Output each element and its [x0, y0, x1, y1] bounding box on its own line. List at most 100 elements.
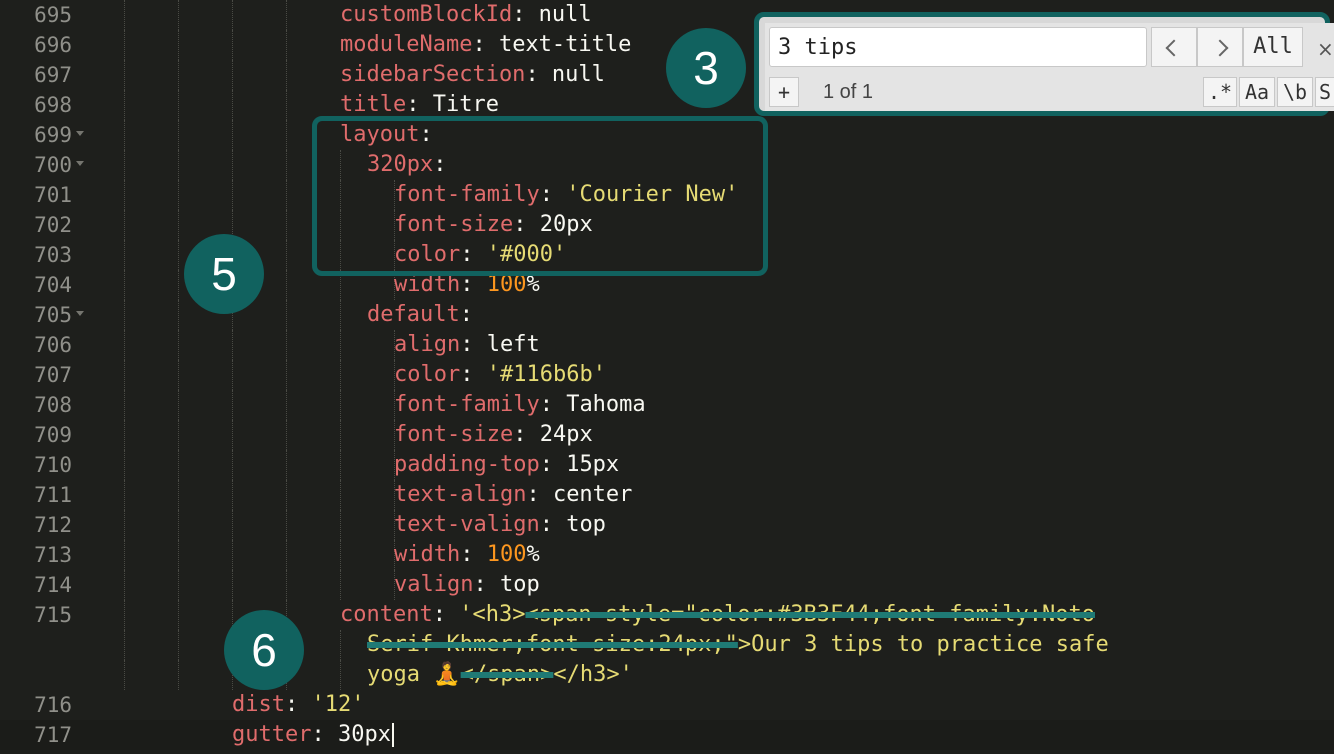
code-line[interactable]: 716 dist: '12': [0, 690, 1334, 720]
code-line[interactable]: 706 align: left: [0, 330, 1334, 360]
code-text[interactable]: dist: '12': [232, 690, 364, 720]
code-text[interactable]: text-valign: top: [394, 510, 606, 540]
indent-guide: [340, 360, 341, 390]
fold-arrow-icon[interactable]: [76, 161, 84, 166]
code-line[interactable]: yoga 🧘</span></h3>': [0, 660, 1334, 690]
line-number: 714: [34, 573, 72, 597]
indent-guide: [286, 270, 287, 300]
whole-word-toggle[interactable]: \b: [1277, 77, 1313, 107]
line-number: 703: [34, 243, 72, 267]
fold-arrow-icon[interactable]: [76, 311, 84, 316]
code-text[interactable]: moduleName: text-title: [340, 30, 631, 60]
code-text[interactable]: yoga 🧘</span></h3>': [367, 660, 633, 690]
yaml-key: title: [340, 92, 407, 117]
code-line[interactable]: 714 valign: top: [0, 570, 1334, 600]
code-line[interactable]: 717 gutter: 30px: [0, 720, 1334, 750]
indent-guide: [232, 510, 233, 540]
code-text[interactable]: default:: [367, 300, 473, 330]
yaml-value: : top: [473, 572, 540, 597]
indent-guide: [178, 210, 179, 240]
code-line[interactable]: 711 text-align: center: [0, 480, 1334, 510]
line-number: 704: [34, 273, 72, 297]
indent-guide: [286, 30, 287, 60]
line-number: 695: [34, 3, 72, 27]
text-cursor: [391, 723, 394, 747]
indent-guide: [286, 180, 287, 210]
indent-guide: [178, 390, 179, 420]
indent-guide: [286, 210, 287, 240]
code-text[interactable]: sidebarSection: null: [340, 60, 605, 90]
find-input[interactable]: 3 tips: [769, 27, 1147, 67]
indent-guide: [286, 60, 287, 90]
yaml-key: text-align: [394, 482, 527, 507]
indent-guide: [124, 120, 125, 150]
case-sensitive-toggle[interactable]: Aa: [1239, 77, 1275, 107]
indent-guide: [286, 240, 287, 270]
indent-guide: [178, 600, 179, 630]
struck-string: <span style="color:#3B3F44;font-family:N…: [525, 602, 1095, 627]
code-line[interactable]: 707 color: '#116b6b': [0, 360, 1334, 390]
match-count: 1 of 1: [823, 81, 874, 103]
code-text[interactable]: font-size: 24px: [394, 420, 593, 450]
close-find-icon[interactable]: ×: [1317, 37, 1334, 61]
indent-guide: [178, 180, 179, 210]
yaml-value: : 30px: [311, 722, 391, 747]
line-number: 715: [34, 603, 72, 627]
yaml-value: 100: [486, 542, 527, 567]
code-line[interactable]: 709 font-size: 24px: [0, 420, 1334, 450]
code-line[interactable]: 710 padding-top: 15px: [0, 450, 1334, 480]
indent-guide: [178, 0, 179, 30]
find-next-button[interactable]: [1197, 27, 1243, 67]
code-line[interactable]: 715 content: '<h3><span style="color:#3B3…: [0, 600, 1334, 630]
code-text[interactable]: padding-top: 15px: [394, 450, 619, 480]
find-all-button[interactable]: All: [1243, 27, 1303, 67]
line-number: 717: [34, 723, 72, 747]
indent-guide: [286, 420, 287, 450]
regex-toggle[interactable]: .*: [1203, 77, 1237, 107]
indent-guide: [124, 540, 125, 570]
chevron-left-icon: [1165, 39, 1183, 57]
indent-guide: [286, 450, 287, 480]
find-prev-button[interactable]: [1151, 27, 1197, 67]
yaml-key: font-family: [394, 392, 540, 417]
indent-guide: [178, 270, 179, 300]
code-line[interactable]: 713 width: 100%: [0, 540, 1334, 570]
code-text[interactable]: content: '<h3><span style="color:#3B3F44…: [340, 600, 1095, 630]
code-line[interactable]: 712 text-valign: top: [0, 510, 1334, 540]
indent-guide: [178, 480, 179, 510]
line-number: 701: [34, 183, 72, 207]
annotation-badge-content: 6: [224, 610, 304, 690]
yaml-value: :: [432, 602, 460, 627]
indent-guide: [178, 90, 179, 120]
code-text[interactable]: color: '#116b6b': [394, 360, 606, 390]
line-number: 712: [34, 513, 72, 537]
highlight-layout-box: [312, 116, 768, 276]
line-number: 699: [34, 123, 72, 147]
indent-guide: [124, 480, 125, 510]
code-line[interactable]: 708 font-family: Tahoma: [0, 390, 1334, 420]
code-line[interactable]: Serif Khmer;font-size:24px;">Our 3 tips …: [0, 630, 1334, 660]
indent-guide: [124, 450, 125, 480]
indent-guide: [340, 450, 341, 480]
indent-guide: [124, 510, 125, 540]
indent-guide: [124, 210, 125, 240]
indent-guide: [232, 120, 233, 150]
code-text[interactable]: font-family: Tahoma: [394, 390, 646, 420]
code-text[interactable]: align: left: [394, 330, 540, 360]
code-text[interactable]: gutter: 30px: [232, 720, 394, 750]
code-text[interactable]: customBlockId: null: [340, 0, 592, 30]
in-selection-toggle[interactable]: S: [1315, 77, 1334, 107]
yaml-key: align: [394, 332, 461, 357]
code-text[interactable]: text-align: center: [394, 480, 632, 510]
code-text[interactable]: Serif Khmer;font-size:24px;">Our 3 tips …: [367, 630, 1109, 660]
code-text[interactable]: width: 100%: [394, 540, 540, 570]
add-button[interactable]: +: [769, 77, 799, 107]
line-number: 710: [34, 453, 72, 477]
fold-arrow-icon[interactable]: [76, 131, 84, 136]
code-text[interactable]: valign: top: [394, 570, 540, 600]
indent-guide: [178, 660, 179, 690]
indent-guide: [124, 330, 125, 360]
yaml-value: : 24px: [513, 422, 593, 447]
yaml-key: default: [367, 302, 460, 327]
indent-guide: [340, 630, 341, 660]
